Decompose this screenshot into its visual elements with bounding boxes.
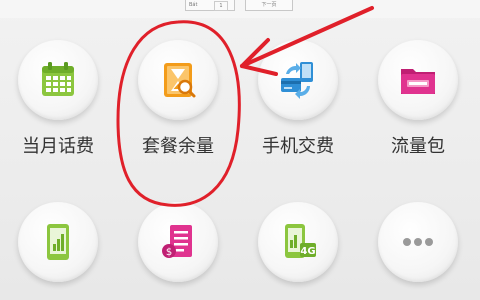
page-input-box[interactable]: Bát 1 xyxy=(185,0,235,11)
tile-label: 套餐余量 xyxy=(142,136,214,157)
tile-circle xyxy=(18,40,98,120)
top-toolbar: Bát 1 下一页 xyxy=(0,0,480,18)
tile-circle: $ xyxy=(138,202,218,282)
more-icon xyxy=(403,238,433,246)
svg-text:$: $ xyxy=(166,247,172,258)
tile-circle xyxy=(138,40,218,120)
tile-label: 手机交费 xyxy=(262,136,334,157)
hourglass-search-icon xyxy=(164,63,196,98)
tile-label: 流量包 xyxy=(391,136,445,157)
tile-circle xyxy=(258,40,338,120)
next-page-button[interactable]: 下一页 xyxy=(245,0,293,11)
svg-text:4G: 4G xyxy=(300,246,315,257)
tile-label: 当月话费 xyxy=(22,136,94,157)
phone-payment-exchange-icon xyxy=(281,62,313,99)
tile-circle xyxy=(378,202,458,282)
phone-signal-icon xyxy=(47,224,69,260)
tile-circle xyxy=(378,40,458,120)
app-screen: Bát 1 下一页 当月话费 套餐余量 手机交费 流量包 $ 4G xyxy=(0,0,480,300)
tile-circle xyxy=(18,202,98,282)
bill-document-icon: $ xyxy=(162,225,192,258)
4g-phone-icon: 4G xyxy=(285,224,316,258)
calendar-icon xyxy=(42,62,74,96)
data-package-folder-icon xyxy=(401,69,435,94)
tile-circle: 4G xyxy=(258,202,338,282)
page-input-label: Bát xyxy=(189,2,198,8)
page-input-value[interactable]: 1 xyxy=(214,1,228,11)
